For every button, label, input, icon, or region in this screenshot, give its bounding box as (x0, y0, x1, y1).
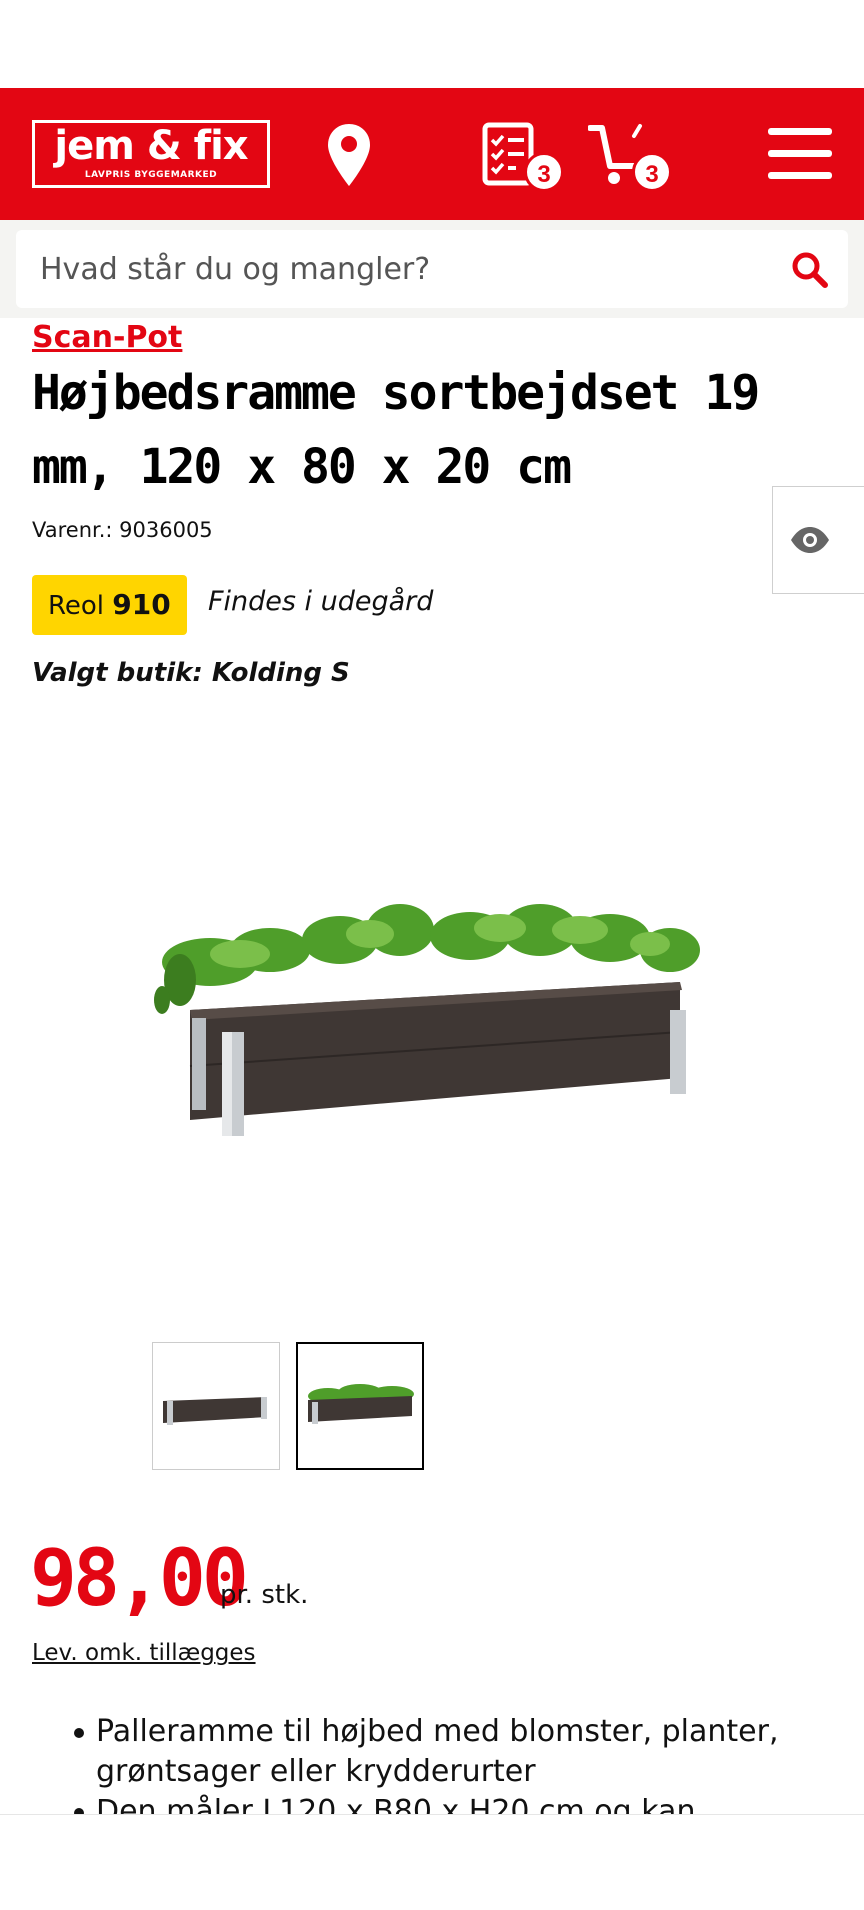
shopping-list-count-badge: 3 (524, 152, 564, 192)
product-price: 98,00 (30, 1534, 249, 1624)
thumbnail-image-planted-frame (308, 1384, 414, 1424)
feature-item: Palleramme til højbed med blomster, plan… (74, 1712, 836, 1792)
status-bar-space (0, 0, 864, 88)
cart-button[interactable]: 3 (587, 122, 678, 192)
thumbnail-image-empty-frame (163, 1397, 267, 1425)
product-thumbnail-1[interactable] (152, 1342, 280, 1470)
logo-text: jem & fix (54, 123, 248, 169)
search-bar (0, 220, 864, 318)
selected-store[interactable]: Valgt butik: Kolding S (32, 658, 350, 688)
location-note: Findes i udegård (208, 586, 434, 617)
price-unit: pr. stk. (220, 1580, 309, 1610)
hamburger-menu-icon[interactable] (768, 128, 832, 180)
location-pin-icon[interactable] (326, 122, 372, 188)
search-icon[interactable] (790, 250, 830, 290)
shelf-location-badge: Reol 910 (32, 575, 187, 635)
product-sku: Varenr.: 9036005 (32, 518, 213, 542)
product-title: Højbedsramme sortbejdset 19 mm, 120 x 80… (32, 365, 760, 495)
logo-tagline: LAVPRIS BYGGEMARKED (84, 170, 218, 180)
bottom-sticky-bar (0, 1814, 864, 1910)
search-box (16, 230, 848, 308)
product-main-image[interactable] (150, 900, 710, 1160)
jem-fix-logo[interactable]: jem & fix LAVPRIS BYGGEMARKED (32, 120, 270, 188)
cart-count-badge: 3 (632, 152, 672, 192)
reol-number: 910 (112, 588, 171, 621)
delivery-cost-link[interactable]: Lev. omk. tillægges (32, 1640, 256, 1666)
product-brand-link[interactable]: Scan-Pot (32, 320, 182, 355)
site-header: jem & fix LAVPRIS BYGGEMARKED 3 3 (0, 88, 864, 220)
recently-viewed-button[interactable] (772, 486, 864, 594)
search-input[interactable] (40, 230, 760, 308)
eye-icon (791, 527, 829, 553)
product-thumbnail-2-selected[interactable] (296, 1342, 424, 1470)
reol-label: Reol (48, 591, 105, 621)
shopping-list-button[interactable]: 3 (482, 122, 566, 192)
